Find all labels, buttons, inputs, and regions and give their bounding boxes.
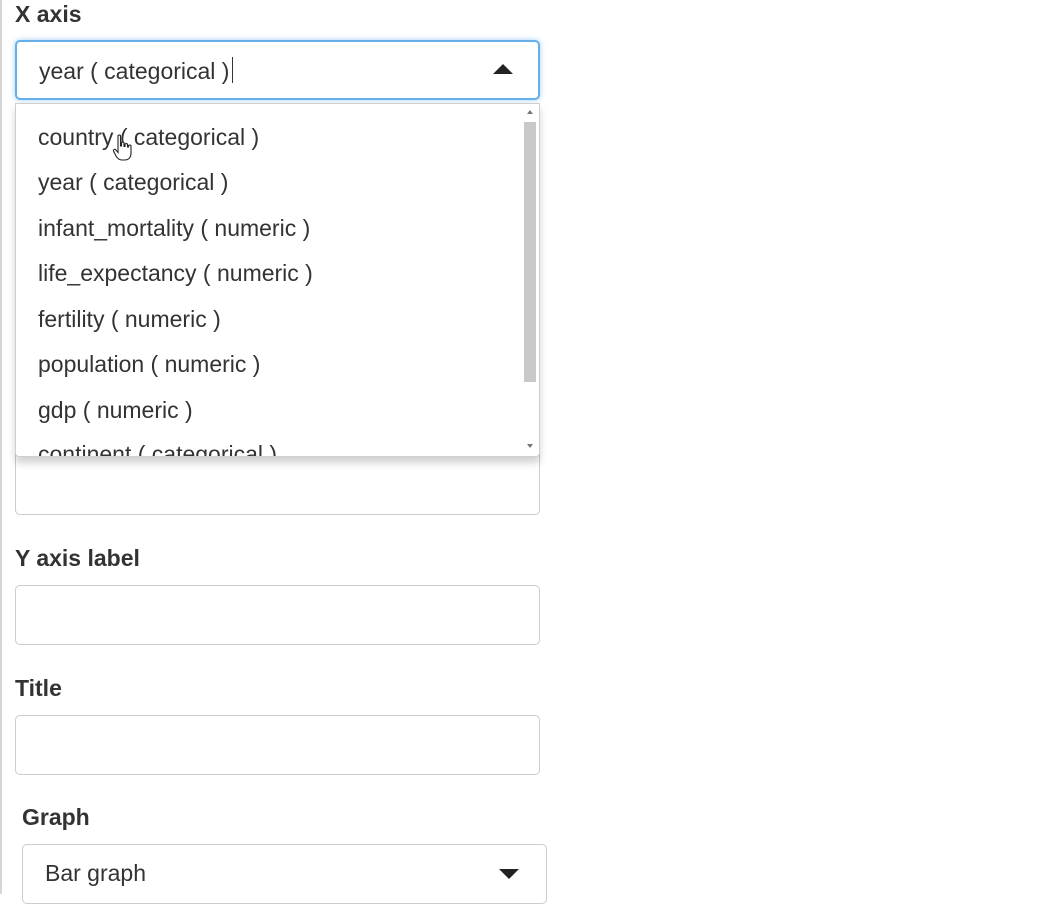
text-caret	[232, 57, 234, 83]
graph-heading: Graph	[22, 804, 90, 830]
x-axis-selected-value: year ( categorical )	[39, 57, 234, 85]
scroll-up-arrow-icon[interactable]	[527, 110, 533, 114]
scroll-down-arrow-icon[interactable]	[527, 444, 533, 448]
option-infant-mortality[interactable]: infant_mortality ( numeric )	[38, 215, 310, 242]
graph-selected-value: Bar graph	[45, 860, 147, 886]
dropdown-scrollbar[interactable]	[523, 104, 537, 456]
chevron-up-icon[interactable]	[493, 64, 513, 74]
y-axis-label-input[interactable]	[15, 585, 540, 645]
title-heading: Title	[15, 675, 62, 701]
option-population[interactable]: population ( numeric )	[38, 351, 260, 378]
title-input[interactable]	[15, 715, 540, 775]
scrollbar-thumb[interactable]	[524, 122, 536, 382]
y-axis-label-heading: Y axis label	[15, 545, 140, 571]
option-gdp[interactable]: gdp ( numeric )	[38, 397, 193, 424]
option-year[interactable]: year ( categorical )	[38, 169, 228, 196]
graph-select[interactable]: Bar graph	[22, 844, 547, 904]
hand-pointer-cursor-icon	[112, 134, 132, 161]
x-axis-label: X axis	[15, 1, 82, 27]
x-axis-dropdown-list[interactable]: country ( categorical ) year ( categoric…	[15, 103, 540, 457]
option-country[interactable]: country ( categorical )	[38, 124, 259, 151]
option-continent[interactable]: continent ( categorical )	[38, 441, 277, 456]
chevron-down-icon[interactable]	[499, 869, 519, 879]
option-fertility[interactable]: fertility ( numeric )	[38, 306, 221, 333]
option-life-expectancy[interactable]: life_expectancy ( numeric )	[38, 260, 313, 287]
page-left-border	[0, 0, 2, 894]
x-axis-select[interactable]: year ( categorical )	[15, 40, 540, 100]
